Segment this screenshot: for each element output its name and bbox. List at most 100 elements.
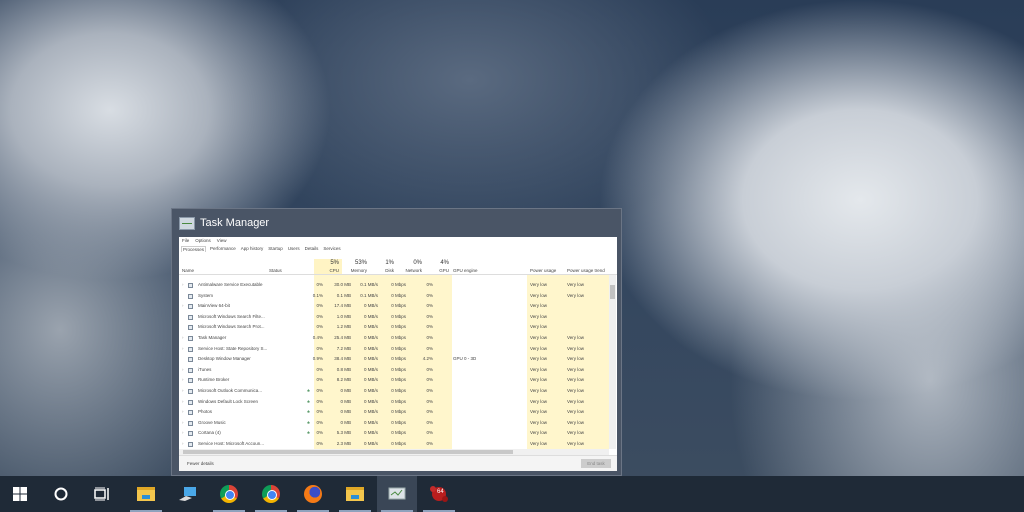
process-row[interactable]: › MainView 64-bit 0% 17.4 MB 0 MB/s 0 Mbps 0% V…	[179, 301, 609, 312]
process-row[interactable]: › Groove Music ♣ 0% 0 MB 0 MB/s 0 Mbps 0% Very l…	[179, 418, 609, 429]
firefox-button[interactable]	[293, 476, 333, 512]
process-power-usage: Very low	[530, 303, 548, 309]
process-gpu: 0%	[426, 282, 433, 287]
expand-chevron-icon[interactable]: ›	[182, 280, 184, 291]
expand-chevron-icon[interactable]: ›	[182, 397, 184, 408]
process-gpu: 0%	[426, 409, 433, 415]
process-row[interactable]: › Cortana (4) ♣ 0% 5.3 MB 0 MB/s 0 Mbps 0% Very …	[179, 428, 609, 439]
process-disk: 0 MB/s	[363, 430, 378, 436]
process-gpu: 0%	[426, 313, 433, 319]
process-name: Microsoft Outlook Communica...	[198, 388, 263, 393]
chrome-profile-icon	[262, 485, 280, 503]
process-power-trend: Very low	[567, 282, 585, 287]
tab-users[interactable]: Users	[287, 246, 301, 252]
end-task-button[interactable]: End task	[581, 459, 611, 468]
expand-chevron-icon[interactable]: ›	[182, 333, 184, 344]
expand-chevron-icon[interactable]: ›	[182, 439, 184, 449]
menu-view[interactable]: View	[217, 238, 227, 243]
process-row[interactable]: › Service Host: State Repository S... 0% 7.…	[179, 344, 609, 355]
chrome-profile-button[interactable]	[251, 476, 291, 512]
process-icon	[188, 336, 193, 341]
process-row[interactable]: Microsoft Windows Search Filte... 0% 1.0 M…	[179, 312, 609, 323]
process-list: › Antimalware Service Executable 0% 30.0 MB…	[179, 275, 609, 449]
col-power-usage[interactable]: Power usage	[530, 268, 556, 273]
process-net: 0 Mbps	[391, 303, 406, 309]
task-view-button[interactable]	[82, 476, 122, 512]
expand-chevron-icon[interactable]: ›	[182, 418, 184, 429]
expand-chevron-icon[interactable]: ›	[182, 344, 184, 355]
process-net: 0 Mbps	[391, 398, 406, 404]
start-button[interactable]	[0, 476, 40, 512]
process-row[interactable]: Microsoft Windows Search Prot... 0% 1.2 MB…	[179, 322, 609, 333]
expand-chevron-icon[interactable]: ›	[182, 301, 184, 312]
expand-chevron-icon[interactable]: ›	[182, 428, 184, 439]
process-row[interactable]: › Photos ♣ 0% 0 MB 0 MB/s 0 Mbps 0% Very low Very…	[179, 407, 609, 418]
fewer-details-button[interactable]: Fewer details	[187, 461, 214, 466]
file-explorer-button[interactable]	[126, 476, 166, 512]
suspended-leaf-icon: ♣	[307, 388, 310, 393]
process-net: 0 Mbps	[391, 292, 406, 298]
process-row[interactable]: Desktop Window Manager 0.9% 38.4 MB 0 MB/s 0…	[179, 354, 609, 365]
process-power-usage: Very low	[530, 313, 548, 319]
tab-app-history[interactable]: App history	[240, 246, 265, 252]
file-explorer-2-button[interactable]	[335, 476, 375, 512]
process-row[interactable]: › iTunes 0% 0.8 MB 0 MB/s 0 Mbps 0% Very low Ver…	[179, 365, 609, 376]
process-name: Runtime Broker	[198, 377, 230, 383]
process-cpu: 0%	[316, 388, 323, 393]
task-manager-taskbar-button[interactable]	[377, 476, 417, 512]
chrome-button[interactable]	[209, 476, 249, 512]
task-manager-thumbnail[interactable]: Task Manager File Options View Processes Pe…	[171, 208, 622, 476]
col-disk[interactable]: Disk	[385, 268, 394, 273]
memory-total: 53%	[354, 260, 367, 266]
process-gpu: 4.2%	[422, 356, 433, 362]
process-name: Photos	[198, 409, 213, 415]
vertical-scrollbar[interactable]	[609, 275, 616, 449]
tab-processes[interactable]: Processes	[181, 246, 207, 252]
expand-chevron-icon[interactable]: ›	[182, 386, 184, 397]
process-icon	[188, 357, 193, 363]
col-gpu-engine[interactable]: GPU engine	[453, 268, 478, 273]
game-app-button[interactable]: 64	[419, 476, 459, 512]
process-icon	[188, 420, 193, 426]
process-row[interactable]: System 0.1% 0.1 MB 0.1 MB/s 0 Mbps 0% Very low…	[179, 291, 609, 302]
process-row[interactable]: › Service Host: Microsoft Accoun... 0% 2.3 …	[179, 439, 609, 449]
menu-file[interactable]: File	[182, 238, 189, 243]
process-power-trend: Very low	[567, 441, 585, 446]
tab-details[interactable]: Details	[304, 246, 320, 252]
process-row[interactable]: › Runtime Broker 0% 8.2 MB 0 MB/s 0 Mbps 0% Ver…	[179, 375, 609, 386]
col-name[interactable]: Name	[182, 268, 194, 273]
tab-services[interactable]: Services	[322, 246, 341, 252]
expand-chevron-icon[interactable]: ›	[182, 407, 184, 418]
process-cpu: 0%	[316, 324, 323, 330]
process-row[interactable]: › Windows Default Lock Screen ♣ 0% 0 MB 0 MB/…	[179, 397, 609, 408]
process-icon	[188, 293, 193, 299]
process-disk: 0 MB/s	[363, 345, 378, 351]
col-power-usage-trend[interactable]: Power usage trend	[567, 268, 605, 273]
process-gpu: 0%	[426, 366, 433, 372]
process-row[interactable]: › Task Manager 0.4% 25.4 MB 0 MB/s 0 Mbps 0% Ve…	[179, 333, 609, 344]
tab-startup[interactable]: Startup	[267, 246, 284, 252]
expand-chevron-icon[interactable]: ›	[182, 365, 184, 376]
process-icon	[188, 367, 193, 373]
process-gpu: 0%	[426, 388, 433, 393]
col-status[interactable]: Status	[269, 268, 282, 273]
process-net: 0 Mbps	[391, 345, 406, 351]
cortana-circle-icon	[54, 487, 68, 501]
cortana-button[interactable]	[41, 476, 81, 512]
tab-performance[interactable]: Performance	[209, 246, 237, 252]
process-gpu: 0%	[426, 335, 433, 340]
process-power-trend: Very low	[567, 430, 585, 436]
col-gpu[interactable]: GPU	[439, 268, 449, 273]
menu-options[interactable]: Options	[195, 238, 211, 243]
col-memory[interactable]: Memory	[351, 268, 367, 273]
process-cpu: 0%	[316, 366, 323, 372]
col-cpu[interactable]: CPU	[329, 268, 339, 273]
process-row[interactable]: › Microsoft Outlook Communica... ♣ 0% 0 MB 0 …	[179, 386, 609, 397]
process-power-usage: Very low	[530, 441, 548, 446]
window-title: Task Manager	[200, 217, 270, 229]
col-network[interactable]: Network	[405, 268, 422, 273]
network-computer-button[interactable]	[168, 476, 208, 512]
process-icon	[188, 346, 193, 352]
expand-chevron-icon[interactable]: ›	[182, 375, 184, 386]
process-row[interactable]: › Antimalware Service Executable 0% 30.0 MB…	[179, 280, 609, 291]
